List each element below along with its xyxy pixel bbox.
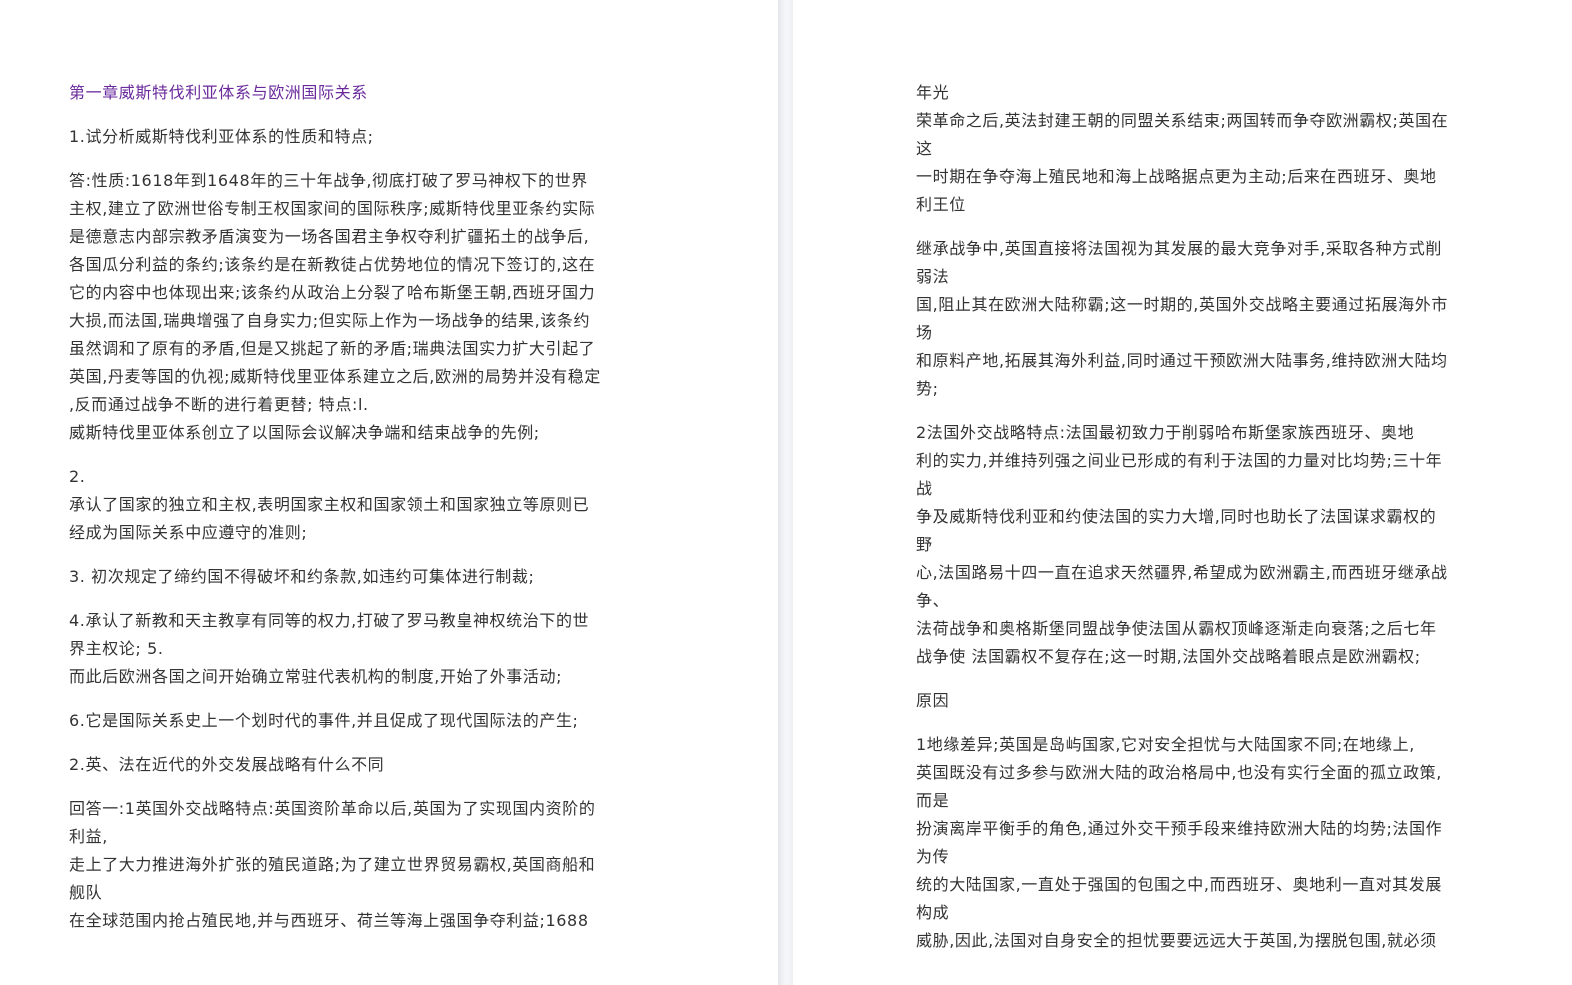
- paragraph: 继承战争中,英国直接将法国视为其发展的最大竞争对手,采取各种方式削 弱法国,阻止其…: [916, 235, 1448, 403]
- text-line: 是德意志内部宗教矛盾演变为一场各国君主争权夺利扩疆拓土的战争后,: [69, 227, 590, 246]
- chapter-title: 第一章威斯特伐利亚体系与欧洲国际关系: [69, 83, 368, 102]
- text-line: 弱法: [916, 267, 950, 286]
- text-line: 英国既没有过多参与欧洲大陆的政治格局中,也没有实行全面的孤立政策,: [916, 763, 1442, 782]
- text-line: 1.试分析威斯特伐利亚体系的性质和特点;: [69, 127, 374, 146]
- text-line: 威胁,因此,法国对自身安全的担忧要要远远大于英国,为摆脱包围,就必须: [916, 931, 1437, 950]
- right-paragraphs: 年光荣革命之后,英法封建王朝的同盟关系结束;两国转而争夺欧洲霸权;英国在这一时期…: [916, 79, 1448, 955]
- text-line: 和原料产地,拓展其海外利益,同时通过干预欧洲大陆事务,维持欧洲大陆均: [916, 351, 1448, 370]
- text-line: 经成为国际关系中应遵守的准则;: [69, 523, 308, 542]
- text-line: 而是: [916, 791, 950, 810]
- left-page: 第一章威斯特伐利亚体系与欧洲国际关系 1.试分析威斯特伐利亚体系的性质和特点; 答…: [0, 0, 778, 985]
- paragraph: 答:性质:1618年到1648年的三十年战争,彻底打破了罗马神权下的世界 主权,建…: [69, 167, 601, 447]
- text-line: 构成: [916, 903, 950, 922]
- text-line: 虽然调和了原有的矛盾,但是又挑起了新的矛盾;瑞典法国实力扩大引起了: [69, 339, 596, 358]
- text-line: 4.承认了新教和天主教享有同等的权力,打破了罗马教皇神权统治下的世: [69, 611, 590, 630]
- left-page-content: 第一章威斯特伐利亚体系与欧洲国际关系 1.试分析威斯特伐利亚体系的性质和特点; 答…: [69, 79, 601, 951]
- text-line: 国,阻止其在欧洲大陆称霸;这一时期的,英国外交战略主要通过拓展海外市: [916, 295, 1448, 314]
- text-line: 法荷战争和奥格斯堡同盟战争使法国从霸权顶峰逐渐走向衰落;之后七年: [916, 619, 1437, 638]
- text-line: 利王位: [916, 195, 966, 214]
- text-line: 统的大陆国家,一直处于强国的包围之中,而西班牙、奥地利一直对其发展: [916, 875, 1442, 894]
- paragraph: 2法国外交战略特点:法国最初致力于削弱哈布斯堡家族西班牙、奥地利的实力,并维持列…: [916, 419, 1448, 671]
- paragraph: 6.它是国际关系史上一个划时代的事件,并且促成了现代国际法的产生;: [69, 707, 601, 735]
- text-line: 2法国外交战略特点:法国最初致力于削弱哈布斯堡家族西班牙、奥地: [916, 423, 1415, 442]
- paragraph: 2. 承认了国家的独立和主权,表明国家主权和国家领土和国家独立等原则已 经成为国际关…: [69, 463, 601, 547]
- text-line: 舰队: [69, 883, 103, 902]
- document-viewer: 第一章威斯特伐利亚体系与欧洲国际关系 1.试分析威斯特伐利亚体系的性质和特点; 答…: [0, 0, 1572, 985]
- paragraph: 1.试分析威斯特伐利亚体系的性质和特点;: [69, 123, 601, 151]
- text-line: 回答一:1英国外交战略特点:英国资阶革命以后,英国为了实现国内资阶的: [69, 799, 596, 818]
- text-line: 在全球范围内抢占殖民地,并与西班牙、荷兰等海上强国争夺利益;1688: [69, 911, 589, 930]
- text-line: 原因: [916, 691, 950, 710]
- text-line: 利的实力,并维持列强之间业已形成的有利于法国的力量对比均势;三十年: [916, 451, 1443, 470]
- text-line: 战争使 法国霸权不复存在;这一时期,法国外交战略着眼点是欧洲霸权;: [916, 647, 1421, 666]
- text-line: 6.它是国际关系史上一个划时代的事件,并且促成了现代国际法的产生;: [69, 711, 579, 730]
- text-line: 争及威斯特伐利亚和约使法国的实力大增,同时也助长了法国谋求霸权的: [916, 507, 1437, 526]
- text-line: 界主权论; 5.: [69, 639, 164, 658]
- text-line: 心,法国路易十四一直在追求天然疆界,希望成为欧洲霸主,而西班牙继承战: [916, 563, 1448, 582]
- text-line: 2.英、法在近代的外交发展战略有什么不同: [69, 755, 385, 774]
- paragraph: 回答一:1英国外交战略特点:英国资阶革命以后,英国为了实现国内资阶的 利益, 走上了…: [69, 795, 601, 935]
- text-line: ,反而通过战争不断的进行着更替; 特点:l.: [69, 395, 369, 414]
- left-paragraphs: 1.试分析威斯特伐利亚体系的性质和特点; 答:性质:1618年到1648年的三十年…: [69, 123, 601, 935]
- text-line: 英国,丹麦等国的仇视;威斯特伐里亚体系建立之后,欧洲的局势并没有稳定: [69, 367, 601, 386]
- text-line: 场: [916, 323, 933, 342]
- text-line: 荣革命之后,英法封建王朝的同盟关系结束;两国转而争夺欧洲霸权;英国在: [916, 111, 1449, 130]
- paragraph: 年光荣革命之后,英法封建王朝的同盟关系结束;两国转而争夺欧洲霸权;英国在这一时期…: [916, 79, 1448, 219]
- text-line: 扮演离岸平衡手的角色,通过外交干预手段来维持欧洲大陆的均势;法国作: [916, 819, 1443, 838]
- text-line: 主权,建立了欧洲世俗专制王权国家间的国际秩序;威斯特伐里亚条约实际: [69, 199, 596, 218]
- text-line: 年光: [916, 83, 950, 102]
- paragraph: 原因: [916, 687, 1448, 715]
- chapter-title-block: 第一章威斯特伐利亚体系与欧洲国际关系: [69, 79, 601, 107]
- right-page: 年光荣革命之后,英法封建王朝的同盟关系结束;两国转而争夺欧洲霸权;英国在这一时期…: [793, 0, 1572, 985]
- text-line: 这: [916, 139, 933, 158]
- text-line: 野: [916, 535, 933, 554]
- paragraph: 1地缘差异;英国是岛屿国家,它对安全担忧与大陆国家不同;在地缘上, 英国既没有过多…: [916, 731, 1448, 955]
- paragraph: 3. 初次规定了缔约国不得破坏和约条款,如违约可集体进行制裁;: [69, 563, 601, 591]
- text-line: 战: [916, 479, 933, 498]
- text-line: 承认了国家的独立和主权,表明国家主权和国家领土和国家独立等原则已: [69, 495, 590, 514]
- text-line: 势;: [916, 379, 939, 398]
- text-line: 各国瓜分利益的条约;该条约是在新教徒占优势地位的情况下签订的,这在: [69, 255, 596, 274]
- paragraph: 4.承认了新教和天主教享有同等的权力,打破了罗马教皇神权统治下的世 界主权论; 5…: [69, 607, 601, 691]
- text-line: 答:性质:1618年到1648年的三十年战争,彻底打破了罗马神权下的世界: [69, 171, 588, 190]
- text-line: 而此后欧洲各国之间开始确立常驻代表机构的制度,开始了外事活动;: [69, 667, 563, 686]
- text-line: 继承战争中,英国直接将法国视为其发展的最大竞争对手,采取各种方式削: [916, 239, 1442, 258]
- text-line: 它的内容中也体现出来;该条约从政治上分裂了哈布斯堡王朝,西班牙国力: [69, 283, 596, 302]
- text-line: 大损,而法国,瑞典增强了自身实力;但实际上作为一场战争的结果,该条约: [69, 311, 591, 330]
- right-page-content: 年光荣革命之后,英法封建王朝的同盟关系结束;两国转而争夺欧洲霸权;英国在这一时期…: [916, 79, 1448, 971]
- text-line: 为传: [916, 847, 950, 866]
- paragraph: 2.英、法在近代的外交发展战略有什么不同: [69, 751, 601, 779]
- text-line: 一时期在争夺海上殖民地和海上战略据点更为主动;后来在西班牙、奥地: [916, 167, 1437, 186]
- text-line: 争、: [916, 591, 950, 610]
- text-line: 威斯特伐里亚体系创立了以国际会议解决争端和结束战争的先例;: [69, 423, 540, 442]
- text-line: 1地缘差异;英国是岛屿国家,它对安全担忧与大陆国家不同;在地缘上,: [916, 735, 1415, 754]
- text-line: 利益,: [69, 827, 108, 846]
- page-gutter: [778, 0, 793, 985]
- text-line: 走上了大力推进海外扩张的殖民道路;为了建立世界贸易霸权,英国商船和: [69, 855, 596, 874]
- text-line: 2.: [69, 467, 86, 486]
- text-line: 3. 初次规定了缔约国不得破坏和约条款,如违约可集体进行制裁;: [69, 567, 535, 586]
